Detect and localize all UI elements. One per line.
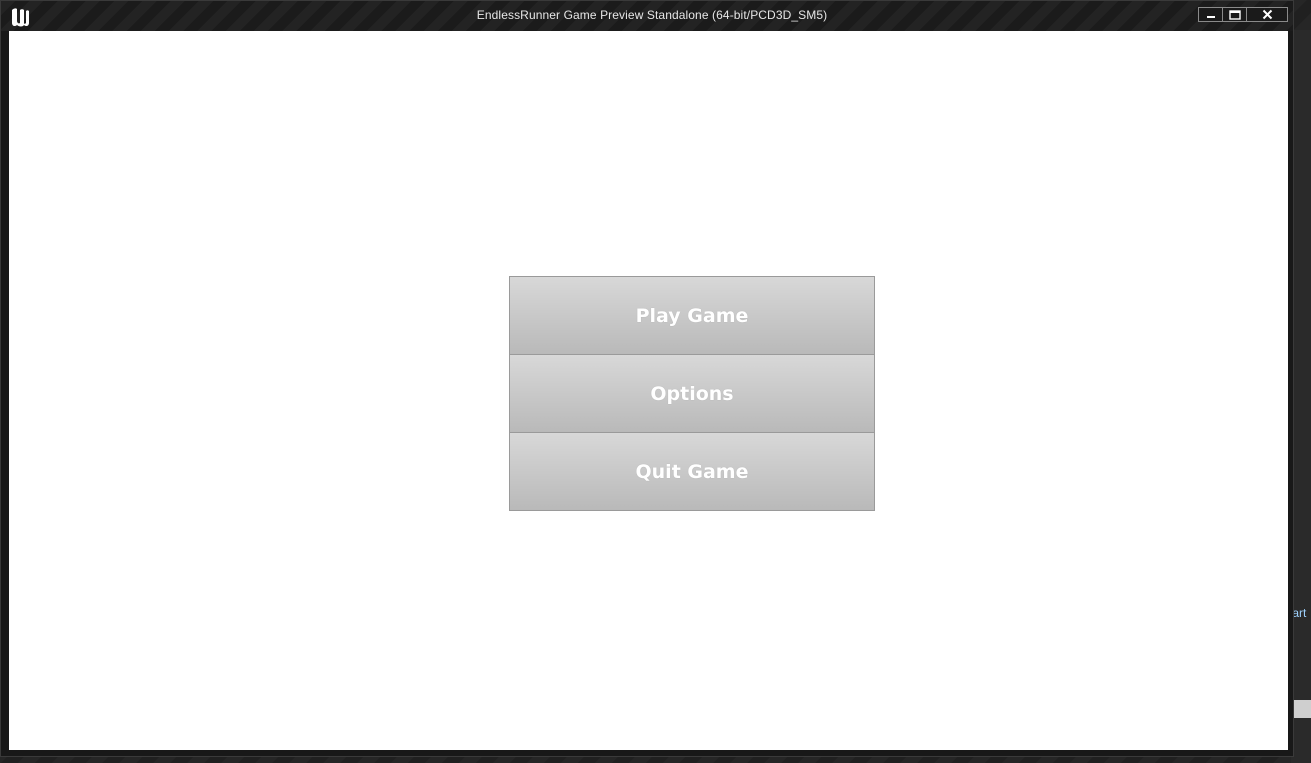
maximize-button[interactable] xyxy=(1222,7,1246,22)
quit-game-button[interactable]: Quit Game xyxy=(509,432,875,511)
editor-panel-light-strip xyxy=(1291,700,1311,718)
options-button[interactable]: Options xyxy=(509,354,875,433)
maximize-icon xyxy=(1228,9,1241,20)
close-icon xyxy=(1262,9,1272,20)
window-title: EndlessRunner Game Preview Standalone (6… xyxy=(476,8,828,22)
window-titlebar[interactable]: EndlessRunner Game Preview Standalone (6… xyxy=(1,1,1293,31)
editor-panel-edge xyxy=(1291,30,1311,763)
game-preview-window: EndlessRunner Game Preview Standalone (6… xyxy=(0,0,1294,757)
main-menu: Play Game Options Quit Game xyxy=(509,276,875,511)
game-viewport[interactable]: Play Game Options Quit Game xyxy=(9,31,1288,750)
minimize-button[interactable] xyxy=(1198,7,1222,22)
window-controls xyxy=(1198,7,1288,22)
close-button[interactable] xyxy=(1246,7,1288,22)
play-game-button[interactable]: Play Game xyxy=(509,276,875,355)
minimize-icon xyxy=(1206,15,1215,18)
